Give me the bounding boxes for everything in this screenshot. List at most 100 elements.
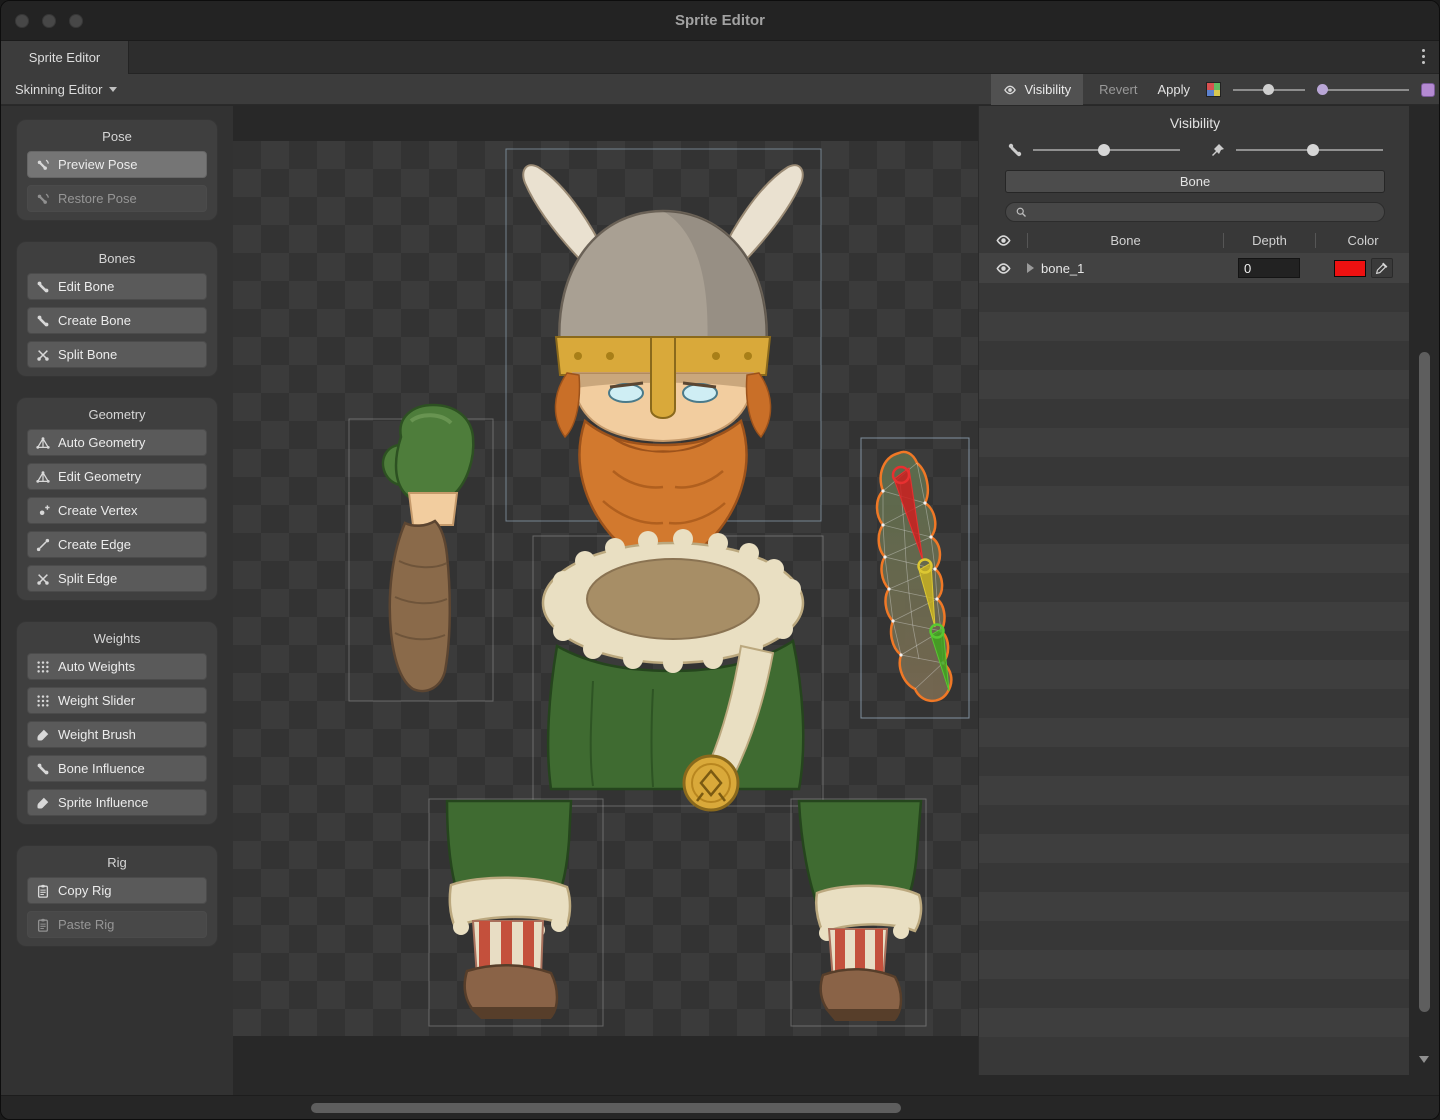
auto-geometry-label: Auto Geometry <box>58 435 145 450</box>
opacity-slider-knob[interactable] <box>1317 84 1328 95</box>
left-boot-sole <box>469 1007 555 1019</box>
visibility-toggle-button[interactable]: Visibility <box>991 74 1083 105</box>
sprite-left-leg[interactable] <box>447 801 571 1019</box>
vertical-scrollbar[interactable] <box>1409 106 1439 1075</box>
revert-button[interactable]: Revert <box>1095 82 1141 97</box>
restore-pose-button[interactable]: Restore Pose <box>27 185 207 212</box>
sprite-sheet-icon[interactable] <box>1421 83 1435 97</box>
section-geometry: Geometry Auto Geometry Edit Geometry Cre… <box>16 397 218 601</box>
sprite-canvas[interactable] <box>233 106 978 1095</box>
search-icon <box>1015 206 1027 218</box>
sprite-influence-button[interactable]: Sprite Influence <box>27 789 207 816</box>
tab-sprite-editor[interactable]: Sprite Editor <box>1 41 129 74</box>
zoom-window-button[interactable] <box>69 14 83 28</box>
paste-rig-button[interactable]: Paste Rig <box>27 911 207 938</box>
expander-icon[interactable] <box>1027 263 1034 273</box>
title-bar: Sprite Editor <box>1 1 1439 41</box>
sprite-right-leg[interactable] <box>799 801 921 1021</box>
preview-pose-icon <box>36 158 50 172</box>
depth-input[interactable] <box>1238 258 1300 278</box>
bone-visibility-toggle-icon[interactable] <box>995 260 1012 277</box>
window-title: Sprite Editor <box>675 12 765 29</box>
create-vertex-label: Create Vertex <box>58 503 138 518</box>
section-weights-title: Weights <box>22 631 212 646</box>
bone-influence-button[interactable]: Bone Influence <box>27 755 207 782</box>
auto-weights-label: Auto Weights <box>58 659 135 674</box>
preview-pose-button[interactable]: Preview Pose <box>27 151 207 178</box>
kebab-menu-icon[interactable] <box>1422 49 1425 64</box>
chevron-down-icon <box>109 87 117 92</box>
edit-geometry-button[interactable]: Edit Geometry <box>27 463 207 490</box>
skinning-editor-dropdown[interactable]: Skinning Editor <box>9 74 123 104</box>
bone-influence-icon <box>36 762 50 776</box>
bone-name: bone_1 <box>1041 261 1084 276</box>
auto-weights-button[interactable]: Auto Weights <box>27 653 207 680</box>
create-bone-label: Create Bone <box>58 313 131 328</box>
skinning-editor-label: Skinning Editor <box>15 82 102 97</box>
search-field[interactable] <box>1005 202 1385 222</box>
section-bones: Bones Edit Bone Create Bone Split Bone <box>16 241 218 377</box>
split-bone-button[interactable]: Split Bone <box>27 341 207 368</box>
bone-opacity-knob[interactable] <box>1098 144 1110 156</box>
bone-table-empty-rows <box>979 283 1411 1037</box>
preview-pose-label: Preview Pose <box>58 157 137 172</box>
visibility-panel-title: Visibility <box>979 106 1411 138</box>
create-edge-button[interactable]: Create Edge <box>27 531 207 558</box>
copy-rig-button[interactable]: Copy Rig <box>27 877 207 904</box>
sprite-rigged-arm[interactable] <box>877 452 951 701</box>
sprite-torso[interactable] <box>543 529 803 810</box>
tab-bar: Sprite Editor <box>1 41 1439 74</box>
mesh-opacity-track[interactable] <box>1236 149 1383 151</box>
tab-bone[interactable]: Bone <box>1005 170 1385 193</box>
split-edge-icon <box>36 572 50 586</box>
weight-brush-icon <box>36 728 50 742</box>
split-edge-button[interactable]: Split Edge <box>27 565 207 592</box>
create-bone-button[interactable]: Create Bone <box>27 307 207 334</box>
tools-panel: Pose Preview Pose Restore Pose Bones Edi… <box>1 106 233 1095</box>
horizontal-scrollbar[interactable] <box>1 1095 1439 1119</box>
create-vertex-button[interactable]: Create Vertex <box>27 497 207 524</box>
bone-opacity-track[interactable] <box>1033 149 1180 151</box>
auto-geometry-button[interactable]: Auto Geometry <box>27 429 207 456</box>
horizontal-scrollbar-thumb[interactable] <box>311 1103 901 1113</box>
search-input[interactable] <box>1033 205 1375 219</box>
create-bone-icon <box>36 314 50 328</box>
auto-geometry-icon <box>36 436 50 450</box>
bone-table-row[interactable]: bone_1 <box>979 253 1411 283</box>
brightness-slider[interactable] <box>1233 89 1305 91</box>
weight-brush-button[interactable]: Weight Brush <box>27 721 207 748</box>
minimize-window-button[interactable] <box>42 14 56 28</box>
bone-opacity-slider[interactable] <box>1007 142 1180 158</box>
sprite-head[interactable] <box>523 165 803 571</box>
scroll-down-arrow-icon[interactable] <box>1419 1056 1429 1063</box>
sprite-mitten-arm[interactable] <box>383 405 473 691</box>
opacity-slider[interactable] <box>1317 89 1409 91</box>
visibility-sliders <box>979 138 1411 168</box>
color-grid-icon[interactable] <box>1206 82 1221 97</box>
sprite-editor-window: Sprite Editor Sprite Editor Skinning Edi… <box>0 0 1440 1120</box>
eyedropper-button[interactable] <box>1371 258 1393 278</box>
paste-rig-icon <box>36 918 50 932</box>
sprite-art <box>233 141 978 1036</box>
bone-color-swatch[interactable] <box>1334 260 1366 277</box>
auto-weights-icon <box>36 660 50 674</box>
close-window-button[interactable] <box>15 14 29 28</box>
create-edge-icon <box>36 538 50 552</box>
brightness-slider-knob[interactable] <box>1263 84 1274 95</box>
eyedropper-icon <box>1375 262 1388 275</box>
apply-button[interactable]: Apply <box>1153 82 1194 97</box>
bone-opacity-icon <box>1007 142 1023 158</box>
hair-right <box>747 373 771 437</box>
eye-icon <box>1003 83 1017 97</box>
sprite-influence-icon <box>36 796 50 810</box>
copy-rig-icon <box>36 884 50 898</box>
mesh-opacity-knob[interactable] <box>1307 144 1319 156</box>
mesh-opacity-slider[interactable] <box>1210 142 1383 158</box>
sleeve <box>390 521 450 691</box>
header-color: Color <box>1315 233 1411 248</box>
edit-bone-button[interactable]: Edit Bone <box>27 273 207 300</box>
vertical-scrollbar-thumb[interactable] <box>1419 352 1430 1012</box>
weight-slider-button[interactable]: Weight Slider <box>27 687 207 714</box>
bone-table-header: Bone Depth Color <box>979 228 1411 253</box>
bone-influence-label: Bone Influence <box>58 761 145 776</box>
